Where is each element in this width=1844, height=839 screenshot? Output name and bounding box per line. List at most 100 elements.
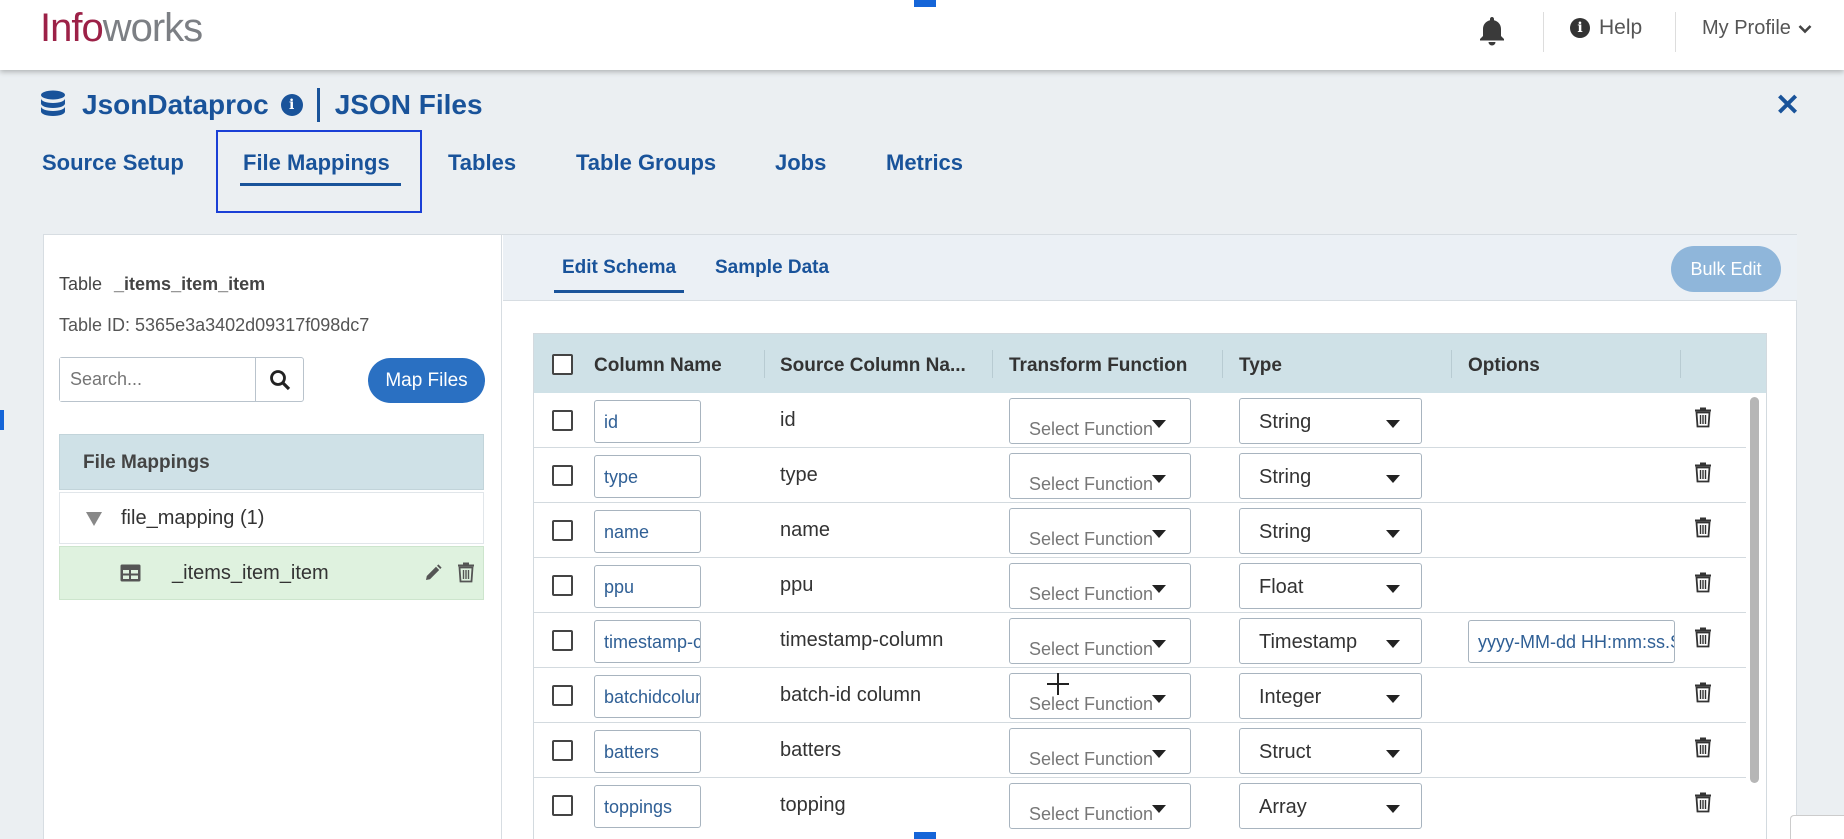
my-profile-menu[interactable]: My Profile (1702, 17, 1812, 40)
crosshair-cursor (1047, 673, 1069, 695)
table-name: _items_item_item (114, 274, 266, 294)
options-input[interactable]: yyyy-MM-dd HH:mm:ss.SSS (1468, 620, 1675, 663)
header-source-column-name[interactable]: Source Column Na... (780, 355, 966, 377)
trash-icon[interactable] (1694, 462, 1712, 488)
bell-icon[interactable] (1477, 14, 1507, 46)
row-checkbox[interactable] (552, 630, 573, 651)
top-bar: Infoworks i Help My Profile (0, 0, 1844, 70)
tab-jobs[interactable]: Jobs (775, 150, 826, 176)
column-name-input[interactable]: batters (594, 730, 701, 773)
trash-icon[interactable] (457, 562, 475, 583)
dropdown-arrow-icon (1386, 695, 1400, 703)
transform-function-select[interactable]: Select Function (1009, 618, 1191, 664)
corner-widget[interactable] (1790, 815, 1844, 839)
type-select[interactable]: Array (1239, 783, 1422, 829)
pencil-icon[interactable] (423, 563, 443, 583)
transform-function-select[interactable]: Select Function (1009, 673, 1191, 719)
tab-table-groups[interactable]: Table Groups (576, 150, 716, 176)
dropdown-arrow-icon (1152, 695, 1166, 703)
source-column-name: name (780, 519, 831, 541)
selected-table-item[interactable]: _items_item_item (59, 546, 484, 600)
type-select[interactable]: String (1239, 453, 1422, 499)
column-name-input[interactable]: name (594, 510, 701, 553)
transform-function-select[interactable]: Select Function (1009, 453, 1191, 499)
type-select[interactable]: String (1239, 398, 1422, 444)
left-panel: Table _items_item_item Table ID: 5365e3a3… (44, 235, 502, 839)
row-checkbox[interactable] (552, 575, 573, 596)
transform-function-select[interactable]: Select Function (1009, 563, 1191, 609)
table-row: batchidcolumn batch-id column Select Funct… (534, 668, 1746, 723)
column-name-input[interactable]: type (594, 455, 701, 498)
vertical-scrollbar[interactable] (1750, 397, 1759, 783)
divider (992, 350, 993, 378)
row-checkbox[interactable] (552, 520, 573, 541)
search-button[interactable] (256, 358, 303, 401)
row-checkbox[interactable] (552, 465, 573, 486)
row-checkbox[interactable] (552, 740, 573, 761)
dropdown-arrow-icon (1386, 530, 1400, 538)
trash-icon[interactable] (1694, 517, 1712, 543)
source-type: JSON Files (334, 89, 483, 120)
divider (764, 350, 765, 378)
header-type[interactable]: Type (1239, 355, 1282, 377)
header-transform-function[interactable]: Transform Function (1009, 355, 1187, 377)
tab-metrics[interactable]: Metrics (886, 150, 963, 176)
row-checkbox[interactable] (552, 685, 573, 706)
search-box (59, 357, 304, 402)
transform-function-select[interactable]: Select Function (1009, 398, 1191, 444)
bulk-edit-button[interactable]: Bulk Edit (1671, 246, 1781, 292)
trash-icon[interactable] (1694, 407, 1712, 433)
table-row: id id Select Function String (534, 393, 1746, 448)
trash-icon[interactable] (1694, 737, 1712, 763)
source-name: JsonDataproc (82, 89, 269, 120)
column-name-input[interactable]: id (594, 400, 701, 443)
transform-function-select[interactable]: Select Function (1009, 508, 1191, 554)
row-checkbox[interactable] (552, 795, 573, 816)
search-input[interactable] (60, 358, 256, 401)
select-all-checkbox[interactable] (552, 354, 573, 375)
dropdown-arrow-icon (1152, 805, 1166, 813)
source-column-name: ppu (780, 574, 814, 596)
dropdown-arrow-icon (1152, 750, 1166, 758)
trash-icon[interactable] (1694, 572, 1712, 598)
column-name-input[interactable]: toppings (594, 785, 701, 828)
close-icon[interactable]: ✕ (1775, 88, 1800, 123)
dropdown-arrow-icon (1386, 475, 1400, 483)
file-mapping-node[interactable]: file_mapping (1) (59, 492, 484, 544)
map-files-button[interactable]: Map Files (368, 358, 485, 403)
type-select[interactable]: Float (1239, 563, 1422, 609)
infoworks-logo[interactable]: Infoworks (40, 6, 203, 51)
help-link[interactable]: i Help (1570, 16, 1642, 40)
column-name-input[interactable]: timestamp-column (594, 620, 701, 663)
trash-icon[interactable] (1694, 682, 1712, 708)
tab-edit-schema[interactable]: Edit Schema (553, 257, 685, 293)
chevron-down-icon (1798, 24, 1812, 33)
file-mappings-header: File Mappings (59, 434, 484, 490)
tab-sample-data[interactable]: Sample Data (715, 257, 829, 279)
info-icon: i (1570, 18, 1590, 38)
type-select[interactable]: Timestamp (1239, 618, 1422, 664)
column-name-input[interactable]: batchidcolumn (594, 675, 701, 718)
row-checkbox[interactable] (552, 410, 573, 431)
type-select[interactable]: Integer (1239, 673, 1422, 719)
transform-function-select[interactable]: Select Function (1009, 728, 1191, 774)
type-select[interactable]: Struct (1239, 728, 1422, 774)
table-icon (120, 564, 141, 582)
collapse-triangle-icon[interactable] (86, 512, 102, 526)
dropdown-arrow-icon (1152, 585, 1166, 593)
transform-function-select[interactable]: Select Function (1009, 783, 1191, 829)
trash-icon[interactable] (1694, 792, 1712, 818)
main-panel: Table _items_item_item Table ID: 5365e3a3… (43, 234, 1797, 839)
schema-panel: Edit Schema Sample Data Bulk Edit Column… (503, 235, 1797, 839)
trash-icon[interactable] (1694, 627, 1712, 653)
info-icon[interactable]: i (280, 94, 303, 116)
type-select[interactable]: String (1239, 508, 1422, 554)
header-options[interactable]: Options (1468, 355, 1540, 377)
header-column-name[interactable]: Column Name (594, 355, 722, 377)
schema-subtabs: Edit Schema Sample Data Bulk Edit (503, 235, 1797, 301)
table-row: batters batters Select Function Struct (534, 723, 1746, 778)
column-name-input[interactable]: ppu (594, 565, 701, 608)
table-id: Table ID: 5365e3a3402d09317f098dc7 (59, 315, 370, 335)
tab-source-setup[interactable]: Source Setup (42, 150, 184, 176)
tab-tables[interactable]: Tables (448, 150, 516, 176)
